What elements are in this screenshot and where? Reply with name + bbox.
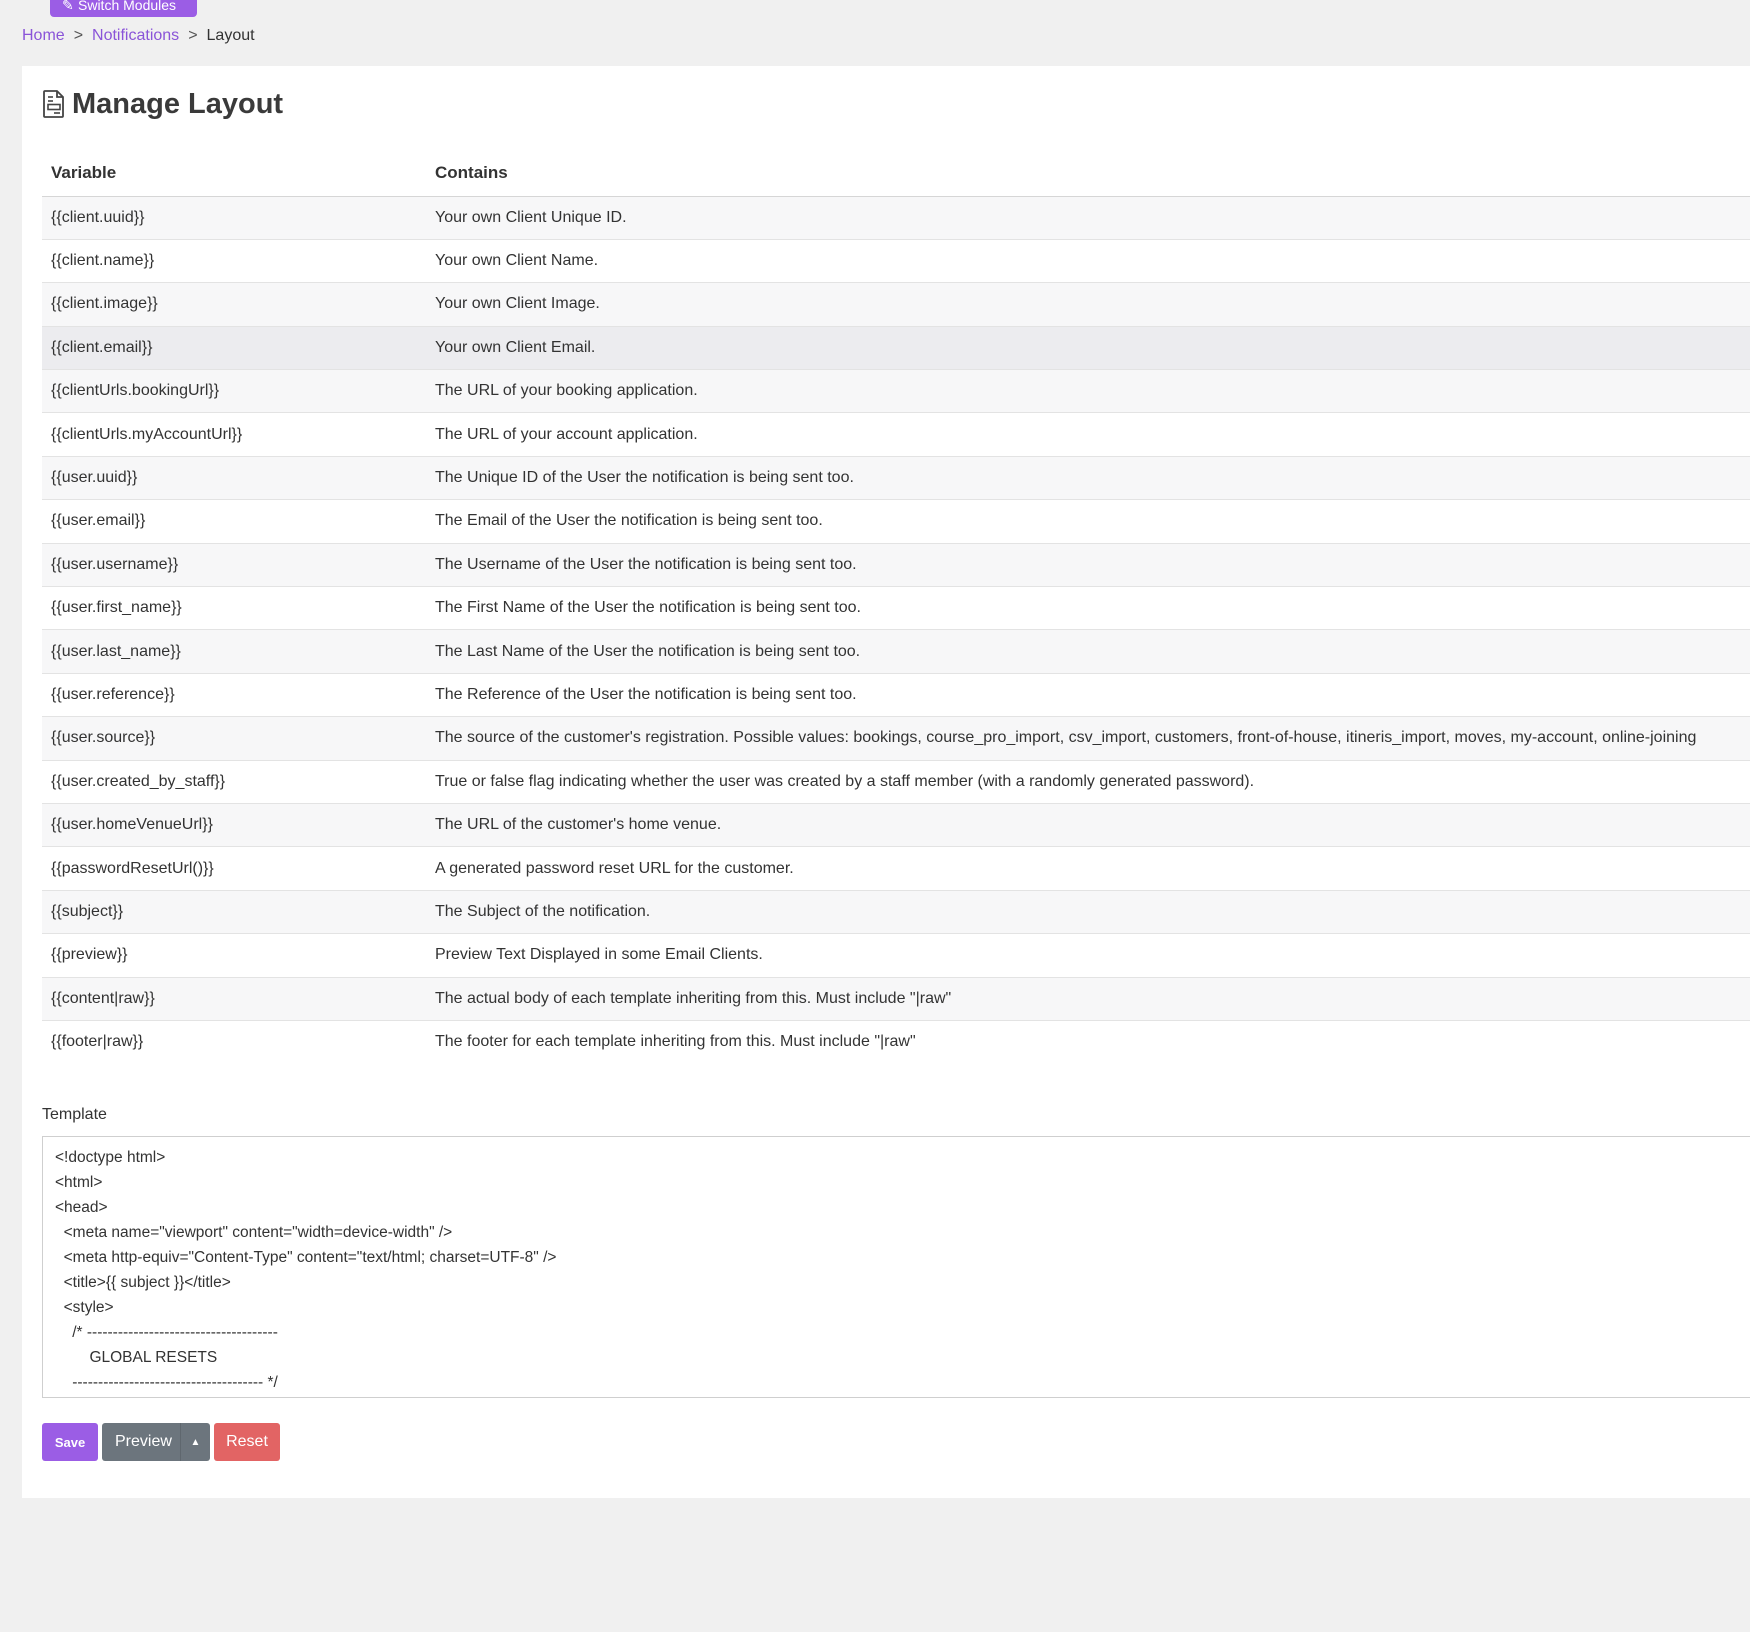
variable-cell: {{client.name}}: [42, 238, 426, 283]
variable-cell: {{user.uuid}}: [42, 455, 426, 500]
variable-cell: {{user.created_by_staff}}: [42, 759, 426, 804]
template-label: Template: [42, 1106, 107, 1123]
table-row: {{user.created_by_staff}} True or false f…: [42, 759, 1750, 804]
action-buttons: Save Preview ▲ Reset: [42, 1423, 280, 1461]
variable-cell: {{clientUrls.bookingUrl}}: [42, 369, 426, 413]
table-row: {{user.last_name}} The Last Name of the U…: [42, 629, 1750, 674]
table-row: {{content|raw}} The actual body of each t…: [42, 976, 1750, 1021]
top-bar: ✎ Switch Modules: [0, 0, 1750, 20]
breadcrumb-home-link[interactable]: Home: [22, 27, 65, 44]
variables-table: Variable Contains {{client.uuid}} Your ow…: [42, 150, 1750, 1064]
column-header-contains: Contains: [426, 150, 1750, 197]
document-icon: [43, 90, 64, 118]
contains-cell: The source of the customer's registratio…: [426, 716, 1750, 761]
table-row: {{subject}} The Subject of the notificati…: [42, 889, 1750, 934]
contains-cell: Your own Client Unique ID.: [426, 195, 1750, 240]
contains-cell: The Reference of the User the notificati…: [426, 672, 1750, 717]
contains-cell: The Email of the User the notification i…: [426, 499, 1750, 544]
contains-cell: Your own Client Image.: [426, 282, 1750, 327]
breadcrumb: Home > Notifications > Layout: [22, 26, 255, 46]
contains-cell: Your own Client Name.: [426, 238, 1750, 283]
variable-cell: {{user.reference}}: [42, 672, 426, 717]
contains-cell: A generated password reset URL for the c…: [426, 846, 1750, 891]
breadcrumb-separator: >: [188, 27, 198, 44]
contains-cell: The URL of your account application.: [426, 412, 1750, 457]
variable-cell: {{preview}}: [42, 933, 426, 978]
table-row: {{client.uuid}} Your own Client Unique ID…: [42, 195, 1750, 240]
column-header-variable: Variable: [42, 150, 426, 197]
table-row: {{passwordResetUrl()}} A generated passwo…: [42, 846, 1750, 891]
variable-cell: {{passwordResetUrl()}}: [42, 846, 426, 891]
contains-cell: The Last Name of the User the notificati…: [426, 629, 1750, 674]
variable-cell: {{user.last_name}}: [42, 629, 426, 674]
variable-cell: {{user.email}}: [42, 499, 426, 544]
switch-modules-button[interactable]: ✎ Switch Modules: [50, 0, 197, 17]
contains-cell: The First Name of the User the notificat…: [426, 586, 1750, 630]
table-row: {{footer|raw}} The footer for each templa…: [42, 1019, 1750, 1064]
preview-dropdown-toggle[interactable]: ▲: [180, 1423, 210, 1461]
contains-cell: The actual body of each template inherit…: [426, 976, 1750, 1021]
preview-button-group: Preview ▲: [102, 1423, 210, 1461]
variable-cell: {{user.first_name}}: [42, 586, 426, 630]
variable-cell: {{client.email}}: [42, 325, 426, 370]
contains-cell: Your own Client Email.: [426, 325, 1750, 370]
variable-cell: {{user.source}}: [42, 716, 426, 761]
breadcrumb-notifications-link[interactable]: Notifications: [92, 27, 179, 44]
table-row: {{user.reference}} The Reference of the U…: [42, 672, 1750, 717]
contains-cell: The Subject of the notification.: [426, 889, 1750, 934]
table-row: {{user.uuid}} The Unique ID of the User t…: [42, 455, 1750, 500]
variable-cell: {{user.username}}: [42, 542, 426, 587]
preview-button[interactable]: Preview: [102, 1423, 180, 1461]
table-row: {{client.name}} Your own Client Name.: [42, 238, 1750, 283]
page-title: Manage Layout: [72, 87, 284, 120]
table-row: {{client.image}} Your own Client Image.: [42, 282, 1750, 327]
table-row: {{user.username}} The Username of the Use…: [42, 542, 1750, 587]
table-row: {{client.email}} Your own Client Email.: [42, 325, 1750, 370]
table-row: {{user.first_name}} The First Name of the…: [42, 586, 1750, 630]
hamburger-icon[interactable]: [21, 0, 33, 2]
breadcrumb-separator: >: [73, 27, 84, 44]
contains-cell: The URL of your booking application.: [426, 369, 1750, 413]
contains-cell: Preview Text Displayed in some Email Cli…: [426, 933, 1750, 978]
variable-cell: {{clientUrls.myAccountUrl}}: [42, 412, 426, 457]
variable-cell: {{footer|raw}}: [42, 1019, 426, 1064]
table-header-row: Variable Contains: [42, 150, 1750, 197]
table-row: {{user.homeVenueUrl}} The URL of the cust…: [42, 802, 1750, 847]
contains-cell: True or false flag indicating whether th…: [426, 759, 1750, 804]
variable-cell: {{subject}}: [42, 889, 426, 934]
variable-cell: {{content|raw}}: [42, 976, 426, 1021]
reset-button[interactable]: Reset: [214, 1423, 280, 1461]
page-header: Manage Layout: [42, 84, 283, 124]
table-row: {{user.email}} The Email of the User the …: [42, 499, 1750, 544]
contains-cell: The footer for each template inheriting …: [426, 1019, 1750, 1064]
variable-cell: {{user.homeVenueUrl}}: [42, 802, 426, 847]
table-row: {{user.source}} The source of the custome…: [42, 716, 1750, 761]
edit-icon: ✎: [62, 0, 74, 13]
contains-cell: The Unique ID of the User the notificati…: [426, 455, 1750, 500]
table-row: {{preview}} Preview Text Displayed in som…: [42, 933, 1750, 978]
breadcrumb-current: Layout: [206, 27, 255, 44]
variable-cell: {{client.image}}: [42, 282, 426, 327]
manage-layout-card: Manage Layout Variable Contains {{client…: [22, 66, 1750, 1498]
contains-cell: The URL of the customer's home venue.: [426, 802, 1750, 847]
variable-cell: {{client.uuid}}: [42, 195, 426, 240]
table-row: {{clientUrls.myAccountUrl}} The URL of yo…: [42, 412, 1750, 457]
template-editor[interactable]: <!doctype html> <html> <head> <meta name…: [42, 1136, 1750, 1398]
save-button[interactable]: Save: [42, 1423, 98, 1461]
caret-up-icon: ▲: [190, 1436, 201, 1448]
contains-cell: The Username of the User the notificatio…: [426, 542, 1750, 587]
table-row: {{clientUrls.bookingUrl}} The URL of your…: [42, 369, 1750, 413]
